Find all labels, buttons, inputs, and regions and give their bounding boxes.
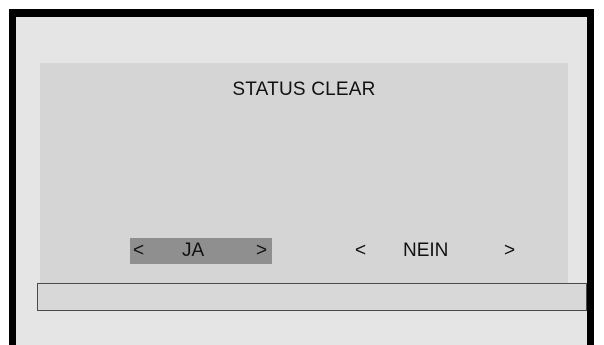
option-nein[interactable]: < NEIN >: [355, 238, 535, 264]
option-ja[interactable]: < JA >: [130, 238, 272, 264]
device-frame: STATUS CLEAR < JA > < NEIN >: [9, 9, 594, 345]
right-arrow-icon: >: [504, 240, 516, 261]
right-arrow-icon: >: [256, 240, 268, 261]
left-arrow-icon: <: [355, 240, 367, 261]
option-ja-label: JA: [182, 240, 205, 261]
option-nein-label: NEIN: [403, 240, 449, 261]
screen-title: STATUS CLEAR: [232, 79, 376, 100]
left-arrow-icon: <: [133, 240, 145, 261]
status-bar: [37, 283, 587, 311]
display-screen: STATUS CLEAR < JA > < NEIN >: [40, 63, 568, 290]
